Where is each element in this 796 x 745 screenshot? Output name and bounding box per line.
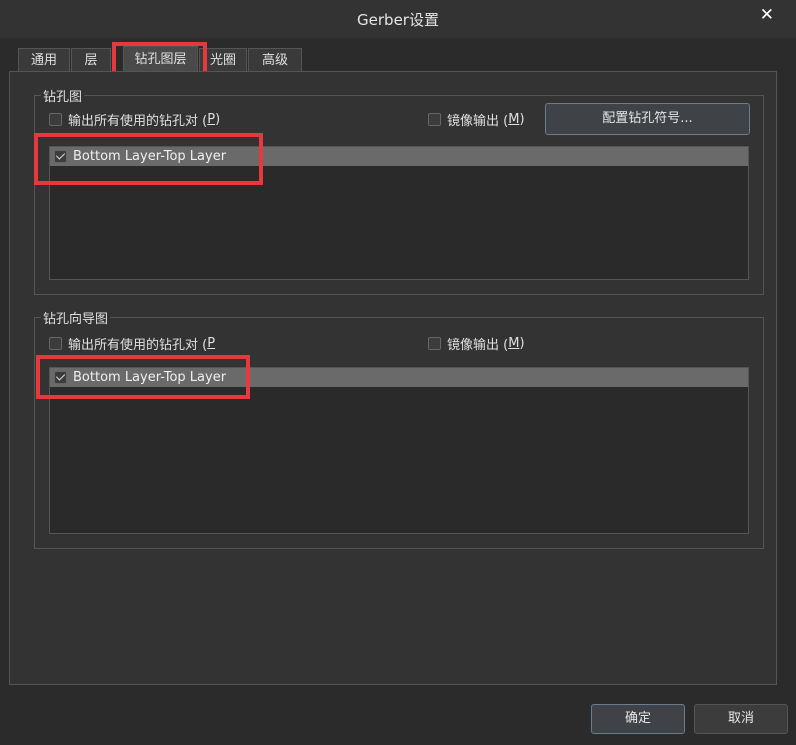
title-bar: Gerber设置 ✕ (0, 0, 796, 38)
tab-layers[interactable]: 层 (71, 48, 111, 72)
guide-output-all-pairs-label: 输出所有使用的钻孔对 ( (68, 337, 208, 353)
close-icon[interactable]: ✕ (760, 5, 774, 25)
guide-mirror-output-suffix: ) (519, 335, 525, 351)
tab-content-panel: 钻孔图 输出所有使用的钻孔对 (P) 镜像输出 (M) 配置钻孔符号... Bo… (9, 71, 777, 685)
output-all-pairs-suffix: ) (215, 111, 221, 127)
layer-pair-label: Bottom Layer-Top Layer (73, 370, 227, 385)
mirror-output-suffix: ) (519, 111, 525, 127)
drill-pair-list: Bottom Layer-Top Layer (49, 146, 749, 280)
layer-pair-label: Bottom Layer-Top Layer (73, 149, 227, 164)
tab-drill-drawing[interactable]: 钻孔图层 (123, 46, 198, 72)
window-title: Gerber设置 (357, 11, 439, 29)
mirror-output-label: 镜像输出 ( (447, 113, 509, 129)
guide-mirror-output-label: 镜像输出 ( (447, 337, 509, 353)
list-item[interactable]: Bottom Layer-Top Layer (50, 368, 748, 387)
drill-drawing-group: 钻孔图 输出所有使用的钻孔对 (P) 镜像输出 (M) 配置钻孔符号... Bo… (34, 86, 764, 295)
guide-mirror-output-checkbox[interactable]: 镜像输出 (M) (428, 334, 525, 353)
checkbox-box[interactable] (49, 336, 62, 350)
configure-drill-symbols-button[interactable]: 配置钻孔符号... (545, 103, 750, 135)
guide-output-all-pairs-mnemonic: P (207, 335, 216, 351)
tab-apertures[interactable]: 光圈 (199, 48, 247, 72)
mirror-output-mnemonic: M (508, 111, 520, 127)
guide-pair-list: Bottom Layer-Top Layer (49, 367, 749, 534)
cancel-button[interactable]: 取消 (694, 704, 788, 734)
tab-general[interactable]: 通用 (18, 48, 70, 72)
layer-pair-checkbox[interactable] (54, 150, 67, 163)
output-all-pairs-checkbox[interactable]: 输出所有使用的钻孔对 (P) (49, 110, 221, 129)
output-all-pairs-mnemonic: P (207, 111, 216, 127)
tab-advanced[interactable]: 高级 (248, 48, 302, 72)
ok-button[interactable]: 确定 (591, 704, 685, 734)
drill-drawing-group-title: 钻孔图 (41, 86, 85, 105)
checkbox-box[interactable] (428, 336, 441, 350)
checkbox-box[interactable] (428, 112, 441, 126)
guide-output-all-pairs-checkbox[interactable]: 输出所有使用的钻孔对 (P (49, 334, 216, 353)
guide-mirror-output-mnemonic: M (508, 335, 520, 351)
checkbox-box[interactable] (49, 112, 62, 126)
layer-pair-checkbox[interactable] (54, 371, 67, 384)
drill-guide-group-title: 钻孔向导图 (41, 308, 111, 327)
list-item[interactable]: Bottom Layer-Top Layer (50, 147, 748, 166)
output-all-pairs-label: 输出所有使用的钻孔对 ( (68, 113, 208, 129)
drill-guide-group: 钻孔向导图 输出所有使用的钻孔对 (P 镜像输出 (M) Bottom Laye… (34, 308, 764, 549)
mirror-output-checkbox[interactable]: 镜像输出 (M) (428, 110, 525, 129)
